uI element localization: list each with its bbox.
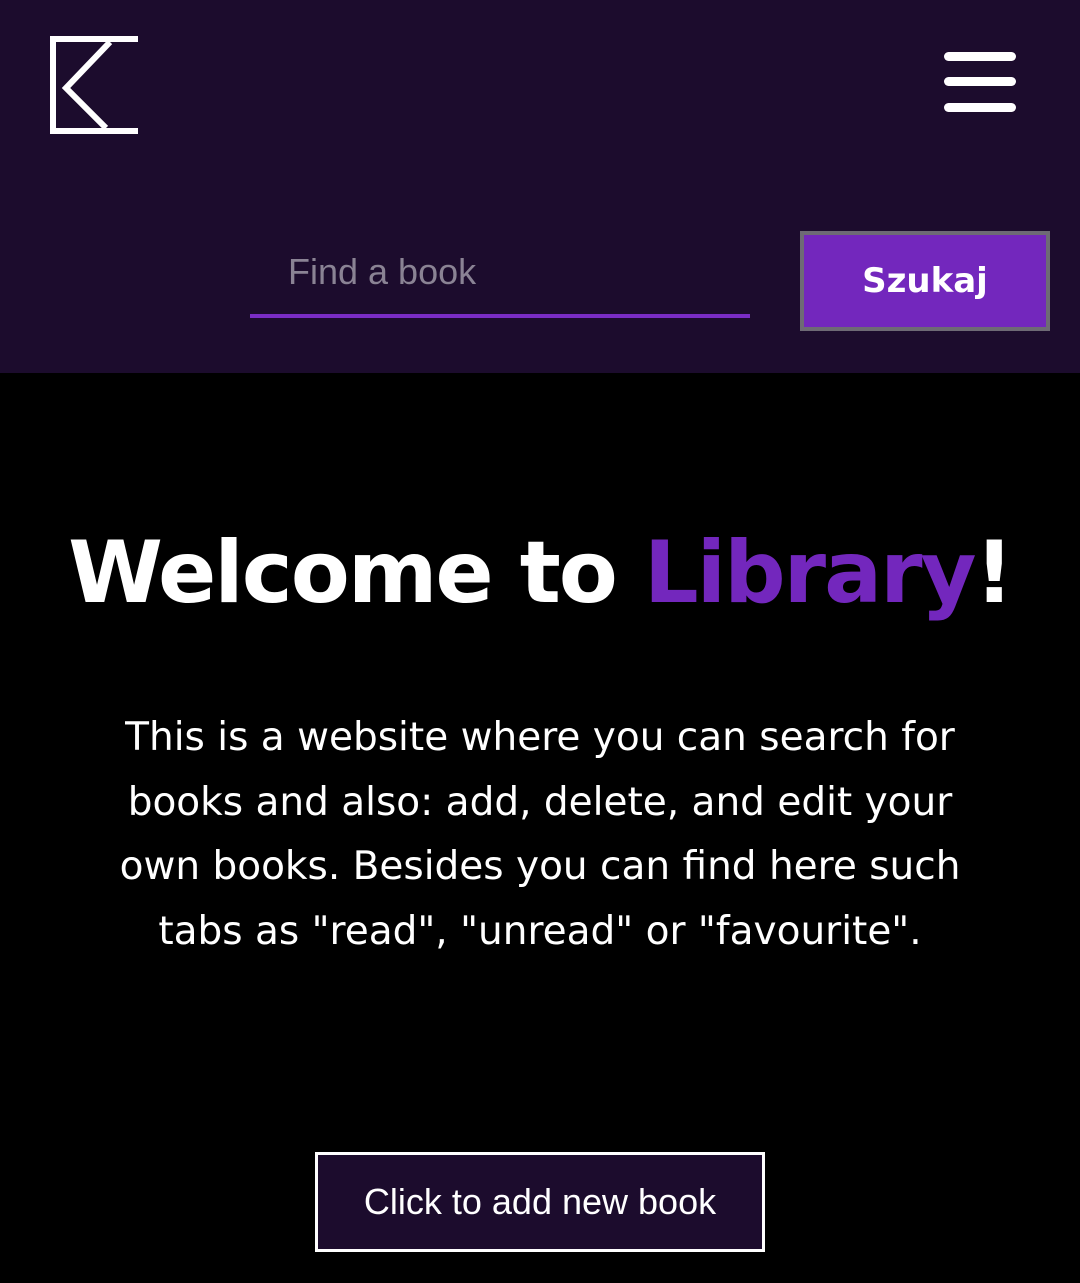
search-input[interactable] (250, 240, 750, 318)
welcome-heading-highlight: Library (643, 523, 977, 623)
menu-bar (944, 103, 1016, 112)
welcome-heading-suffix: ! (974, 523, 1014, 623)
welcome-heading-prefix: Welcome to (68, 523, 644, 623)
add-book-button[interactable]: Click to add new book (315, 1152, 765, 1252)
menu-bar (944, 77, 1016, 86)
search-button[interactable]: Szukaj (800, 231, 1050, 331)
welcome-heading: Welcome to Library! (0, 518, 1080, 628)
hamburger-menu-icon[interactable] (944, 50, 1016, 116)
top-header: Szukaj (0, 0, 1080, 373)
site-description: This is a website where you can search f… (119, 715, 961, 954)
menu-bar (944, 52, 1016, 61)
k-logo-icon[interactable] (50, 36, 138, 134)
